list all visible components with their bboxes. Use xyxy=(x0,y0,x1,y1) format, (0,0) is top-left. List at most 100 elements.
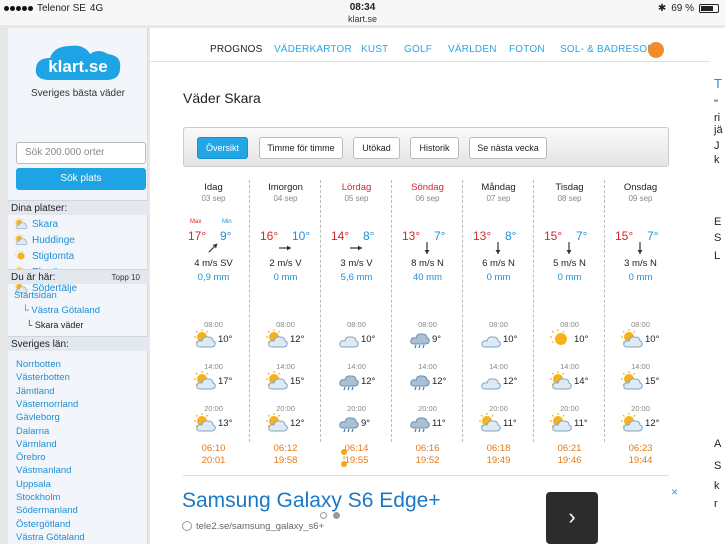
cutoff-text: " xyxy=(714,98,718,110)
ad-arrow-button[interactable]: › xyxy=(546,492,598,544)
wind: 8 m/s N xyxy=(411,258,444,269)
place-label: Skara xyxy=(32,218,59,230)
search-input[interactable]: Sök 200.000 orter xyxy=(16,142,146,164)
day-column[interactable]: Lördag 05 sep 14° 8° 3 m/s V 5,6 mm 08:00 10° 14… xyxy=(320,180,391,466)
day-date: 04 sep xyxy=(273,194,298,203)
day-column[interactable]: Onsdag 09 sep 15° 7° 3 m/s N 0 mm 08:00 10° 14:0… xyxy=(604,180,675,466)
ad-banner[interactable]: Samsung Galaxy S6 Edge+ tele2.se/samsung… xyxy=(176,483,682,544)
slot-time: 14:00 xyxy=(204,362,223,371)
county-link[interactable]: Örebro xyxy=(16,452,46,463)
tab-nasta-vecka[interactable]: Se nästa vecka xyxy=(469,137,547,159)
wind-arrow-icon xyxy=(350,245,362,251)
min-temp: 7° xyxy=(647,229,659,243)
day-column[interactable]: Söndag 06 sep 13° 7° 8 m/s N 40 mm 08:00 9° 14:0… xyxy=(391,180,462,466)
sunset-time: 19:46 xyxy=(557,455,582,466)
breadcrumb-home[interactable]: Startsidan xyxy=(14,290,57,301)
weather-icon xyxy=(550,371,572,390)
day-column[interactable]: Tisdag 08 sep 15° 7° 5 m/s N 0 mm 08:00 10° 14:0… xyxy=(533,180,604,466)
ad-url[interactable]: tele2.se/samsung_galaxy_s6+ xyxy=(196,521,324,532)
slot-temp: 11° xyxy=(432,418,446,429)
tagline: Sveriges bästa väder xyxy=(31,88,125,99)
slot-temp: 12° xyxy=(503,376,518,387)
cutoff-text: L xyxy=(714,250,721,262)
tab-timme[interactable]: Timme för timme xyxy=(259,137,343,159)
tab-oversikt[interactable]: Översikt xyxy=(197,137,248,159)
tab-utokad[interactable]: Utökad xyxy=(353,137,400,159)
weather-icon xyxy=(339,375,359,391)
county-link[interactable]: Västerbotten xyxy=(16,372,70,383)
slot-temp: 9° xyxy=(432,334,442,345)
county-link[interactable]: Södermanland xyxy=(16,505,78,516)
nav-solresor[interactable]: SOL- & BADRESOR xyxy=(560,44,655,55)
county-link[interactable]: Gävleborg xyxy=(16,412,60,423)
weather-icon xyxy=(410,333,430,349)
top-nav: PROGNOS VÄDERKARTOR KUST GOLF VÄRLDEN FO… xyxy=(150,38,710,62)
location-header-label: Du är här: xyxy=(11,272,56,283)
county-link[interactable]: Västernorrland xyxy=(16,399,78,410)
day-column[interactable]: Idag 03 sep Max Min 17° 9° 4 m/s SV 0,9 mm 08:00… xyxy=(178,180,249,466)
nav-golf[interactable]: GOLF xyxy=(404,44,432,55)
sunset-time: 19:52 xyxy=(415,455,440,466)
counties-header: Sveriges län: xyxy=(8,336,148,351)
klart-logo[interactable]: klart.se xyxy=(28,38,128,88)
slot-temp: 12° xyxy=(645,418,660,429)
search-button[interactable]: Sök plats xyxy=(16,168,146,190)
sunrise-time: 06:14 xyxy=(344,443,369,454)
pager-dot-active[interactable] xyxy=(333,512,340,519)
nav-vaderkartor[interactable]: VÄDERKARTOR xyxy=(274,44,352,55)
sidebar: klart.se Sveriges bästa väder Sök 200.00… xyxy=(8,28,148,544)
cutoff-text: S xyxy=(714,460,722,472)
globe-icon xyxy=(182,521,192,531)
slot-time: 20:00 xyxy=(560,404,579,413)
slot-time: 14:00 xyxy=(347,362,366,371)
pager-dot[interactable] xyxy=(320,512,327,519)
precipitation: 0 mm xyxy=(486,272,511,283)
place-item[interactable]: Skara xyxy=(14,217,58,231)
min-temp: 9° xyxy=(220,229,232,243)
main-content: PROGNOS VÄDERKARTOR KUST GOLF VÄRLDEN FO… xyxy=(150,28,710,544)
slot-time: 20:00 xyxy=(276,404,295,413)
ad-close-icon[interactable]: ✕ xyxy=(669,487,680,498)
ad-title[interactable]: Samsung Galaxy S6 Edge+ xyxy=(182,489,441,513)
wind-arrow-icon xyxy=(566,242,572,254)
nav-varlden[interactable]: VÄRLDEN xyxy=(448,44,497,55)
weather-icon xyxy=(410,375,430,391)
place-item[interactable]: Stigtomta xyxy=(14,249,74,263)
place-item[interactable]: Huddinge xyxy=(14,233,75,247)
slot-temp: 12° xyxy=(432,376,447,387)
breadcrumb-region[interactable]: └ Västra Götaland xyxy=(22,305,100,316)
slot-temp: 15° xyxy=(645,376,660,387)
slot-temp: 12° xyxy=(290,418,305,429)
slot-temp: 11° xyxy=(574,418,588,429)
county-link[interactable]: Dalarna xyxy=(16,426,49,437)
status-bar: Telenor SE 4G 08:34 klart.se ✱ 69 % xyxy=(0,0,725,25)
sunset-time: 19:49 xyxy=(486,455,511,466)
slot-time: 08:00 xyxy=(347,320,366,329)
county-link[interactable]: Stockholm xyxy=(16,492,60,503)
day-name: Imorgon xyxy=(268,182,303,193)
nav-prognos[interactable]: PROGNOS xyxy=(210,44,263,55)
nav-foton[interactable]: FOTON xyxy=(509,44,545,55)
top10-link[interactable]: Topp 10 xyxy=(112,270,140,285)
day-column[interactable]: Imorgon 04 sep 16° 10° 2 m/s V 0 mm 08:00 12° 14… xyxy=(249,180,320,466)
county-link[interactable]: Jämtland xyxy=(16,386,55,397)
county-link[interactable]: Västra Götaland xyxy=(16,532,85,543)
breadcrumb-current: └ Skara väder xyxy=(26,320,84,330)
county-link[interactable]: Värmland xyxy=(16,439,57,450)
address-bar[interactable]: klart.se xyxy=(0,14,725,24)
nav-kust[interactable]: KUST xyxy=(361,44,388,55)
county-link[interactable]: Östergötland xyxy=(16,519,70,530)
county-link[interactable]: Västmanland xyxy=(16,465,71,476)
slot-temp: 10° xyxy=(645,334,660,345)
wind: 3 m/s V xyxy=(340,258,373,269)
county-link[interactable]: Norrbotten xyxy=(16,359,61,370)
wind: 3 m/s N xyxy=(624,258,657,269)
weather-icon xyxy=(410,417,430,433)
county-link[interactable]: Uppsala xyxy=(16,479,51,490)
cutoff-text: A xyxy=(714,438,722,450)
day-column[interactable]: Måndag 07 sep 13° 8° 6 m/s N 0 mm 08:00 10° 14:0… xyxy=(462,180,533,466)
place-label: Huddinge xyxy=(32,234,75,246)
tab-historik[interactable]: Historik xyxy=(410,137,459,159)
slot-temp: 17° xyxy=(218,376,233,387)
sun-logo-icon[interactable] xyxy=(648,42,664,58)
